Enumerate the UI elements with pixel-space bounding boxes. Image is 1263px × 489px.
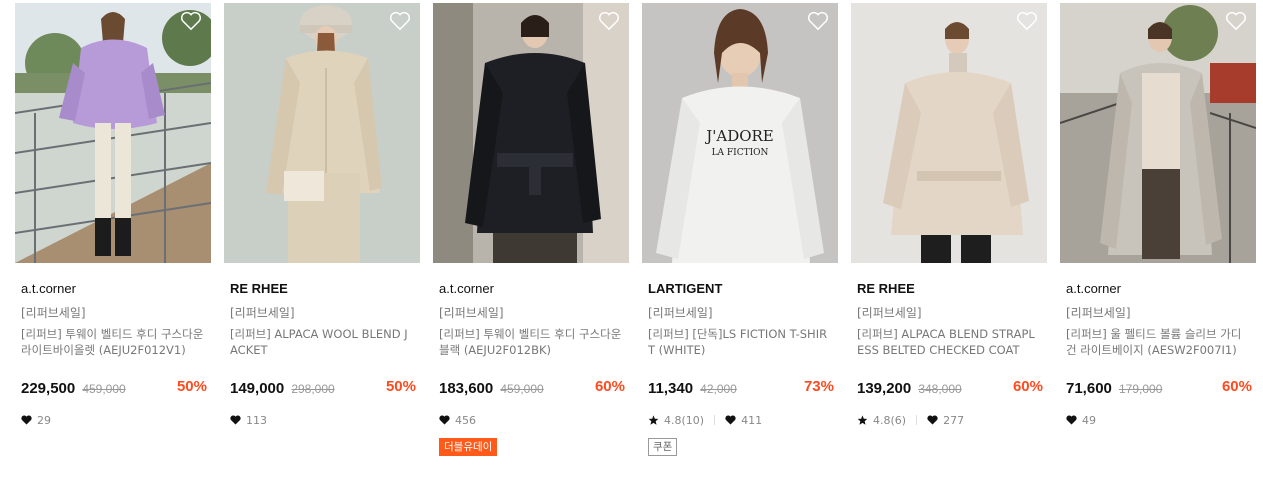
original-price: 298,000	[291, 382, 335, 396]
original-price: 179,000	[1118, 382, 1163, 396]
price-row: 229,500 459,000 50%	[21, 378, 211, 398]
wishlist-heart-icon[interactable]	[598, 11, 620, 31]
product-name[interactable]: [리퍼브] 울 펠티드 볼륨 슬리브 가디건 라이트베이지 (AESW2F007…	[1066, 326, 1250, 358]
product-name[interactable]: [리퍼브] ALPACA BLEND STRAPLESS BELTED CHEC…	[857, 326, 1041, 358]
discount-rate: 60%	[1221, 378, 1252, 395]
sale-tag: [리퍼브세일]	[439, 306, 504, 320]
original-price: 42,000	[700, 382, 737, 396]
product-card[interactable]: a.t.corner [리퍼브세일] [리퍼브] 울 펠티드 볼륨 슬리브 가디…	[1060, 3, 1256, 428]
product-meta: 456	[439, 412, 629, 428]
promo-badge: 더블유데이	[439, 438, 498, 456]
brand-name[interactable]: a.t.corner	[1066, 281, 1256, 297]
price-row: 139,200 348,000 60%	[857, 378, 1047, 398]
brand-name[interactable]: a.t.corner	[21, 281, 211, 297]
product-image[interactable]	[851, 3, 1047, 263]
like-count: 29	[37, 413, 51, 427]
price-row: 149,000 298,000 50%	[230, 378, 420, 398]
heart-icon	[725, 415, 736, 425]
brand-name[interactable]: RE RHEE	[857, 281, 1047, 297]
product-card[interactable]: RE RHEE [리퍼브세일] [리퍼브] ALPACA WOOL BLEND …	[224, 3, 420, 428]
star-icon	[648, 415, 659, 425]
product-card[interactable]: a.t.corner [리퍼브세일] [리퍼브] 투웨이 벨티드 후디 구스다운…	[433, 3, 629, 456]
shirt-print-line1: J'ADORE	[704, 127, 774, 145]
product-name[interactable]: [리퍼브] ALPACA WOOL BLEND JACKET	[230, 326, 414, 358]
sale-price: 149,000	[230, 380, 285, 397]
wishlist-heart-icon[interactable]	[1016, 11, 1038, 31]
discount-rate: 50%	[176, 378, 207, 395]
product-photo: J'ADORE LA FICTION	[642, 3, 838, 263]
rating: 4.8(10)	[664, 413, 705, 427]
divider	[714, 415, 716, 425]
brand-name[interactable]: a.t.corner	[439, 281, 629, 297]
price-row: 183,600 459,000 60%	[439, 378, 629, 398]
product-image[interactable]	[1060, 3, 1256, 263]
product-photo	[224, 3, 420, 263]
product-meta: 29	[21, 412, 211, 428]
like-count: 49	[1082, 413, 1096, 427]
wishlist-heart-icon[interactable]	[1225, 11, 1247, 31]
price-row: 71,600 179,000 60%	[1066, 378, 1256, 398]
discount-rate: 73%	[803, 378, 834, 395]
original-price: 348,000	[918, 382, 962, 396]
sale-tag: [리퍼브세일]	[857, 306, 922, 320]
discount-rate: 60%	[594, 378, 625, 395]
like-count: 113	[246, 413, 267, 427]
product-photo	[15, 3, 211, 263]
wishlist-heart-icon[interactable]	[180, 11, 202, 31]
brand-name[interactable]: LARTIGENT	[648, 281, 838, 297]
sale-tag: [리퍼브세일]	[648, 306, 713, 320]
heart-icon	[927, 415, 938, 425]
wishlist-heart-icon[interactable]	[389, 11, 411, 31]
product-meta: 49	[1066, 412, 1256, 428]
product-photo	[851, 3, 1047, 263]
product-meta: 4.8(10) 411	[648, 412, 838, 428]
sale-price: 229,500	[21, 380, 76, 397]
rating: 4.8(6)	[873, 413, 907, 427]
coupon-badge: 쿠폰	[648, 438, 678, 456]
product-image[interactable]	[224, 3, 420, 263]
product-photo	[1060, 3, 1256, 263]
product-name[interactable]: [리퍼브] 투웨이 벨티드 후디 구스다운 라이트바이올렛 (AEJU2F012…	[21, 326, 205, 358]
product-meta: 113	[230, 412, 420, 428]
like-count: 456	[455, 413, 476, 427]
sale-price: 11,340	[648, 380, 694, 397]
product-card[interactable]: J'ADORE LA FICTION LARTIGENT [리퍼브세일] [리퍼…	[642, 3, 838, 456]
heart-icon	[1066, 415, 1077, 425]
heart-icon	[230, 415, 241, 425]
product-name[interactable]: [리퍼브] 투웨이 벨티드 후디 구스다운 블랙 (AEJU2F012BK)	[439, 326, 623, 358]
product-image[interactable]	[433, 3, 629, 263]
sale-tag: [리퍼브세일]	[1066, 306, 1131, 320]
product-photo	[433, 3, 629, 263]
star-icon	[857, 415, 868, 425]
sale-price: 71,600	[1066, 380, 1112, 397]
product-name[interactable]: [리퍼브] [단독]LS FICTION T-SHIRT (WHITE)	[648, 326, 832, 358]
discount-rate: 50%	[385, 378, 416, 395]
product-grid: a.t.corner [리퍼브세일] [리퍼브] 투웨이 벨티드 후디 구스다운…	[0, 0, 1263, 489]
like-count: 411	[741, 413, 763, 427]
sale-price: 183,600	[439, 380, 494, 397]
price-row: 11,340 42,000 73%	[648, 378, 838, 398]
discount-rate: 60%	[1012, 378, 1043, 395]
sale-tag: [리퍼브세일]	[21, 306, 86, 320]
brand-name[interactable]: RE RHEE	[230, 281, 420, 297]
heart-icon	[439, 415, 450, 425]
like-count: 277	[943, 413, 965, 427]
wishlist-heart-icon[interactable]	[807, 11, 829, 31]
heart-icon	[21, 415, 32, 425]
product-image[interactable]: J'ADORE LA FICTION	[642, 3, 838, 263]
shirt-print-line2: LA FICTION	[712, 148, 769, 158]
original-price: 459,000	[500, 382, 544, 396]
product-meta: 4.8(6) 277	[857, 412, 1047, 428]
product-card[interactable]: a.t.corner [리퍼브세일] [리퍼브] 투웨이 벨티드 후디 구스다운…	[15, 3, 211, 428]
sale-tag: [리퍼브세일]	[230, 306, 295, 320]
sale-price: 139,200	[857, 380, 912, 397]
product-image[interactable]	[15, 3, 211, 263]
original-price: 459,000	[82, 382, 126, 396]
divider	[916, 415, 918, 425]
product-card[interactable]: RE RHEE [리퍼브세일] [리퍼브] ALPACA BLEND STRAP…	[851, 3, 1047, 428]
